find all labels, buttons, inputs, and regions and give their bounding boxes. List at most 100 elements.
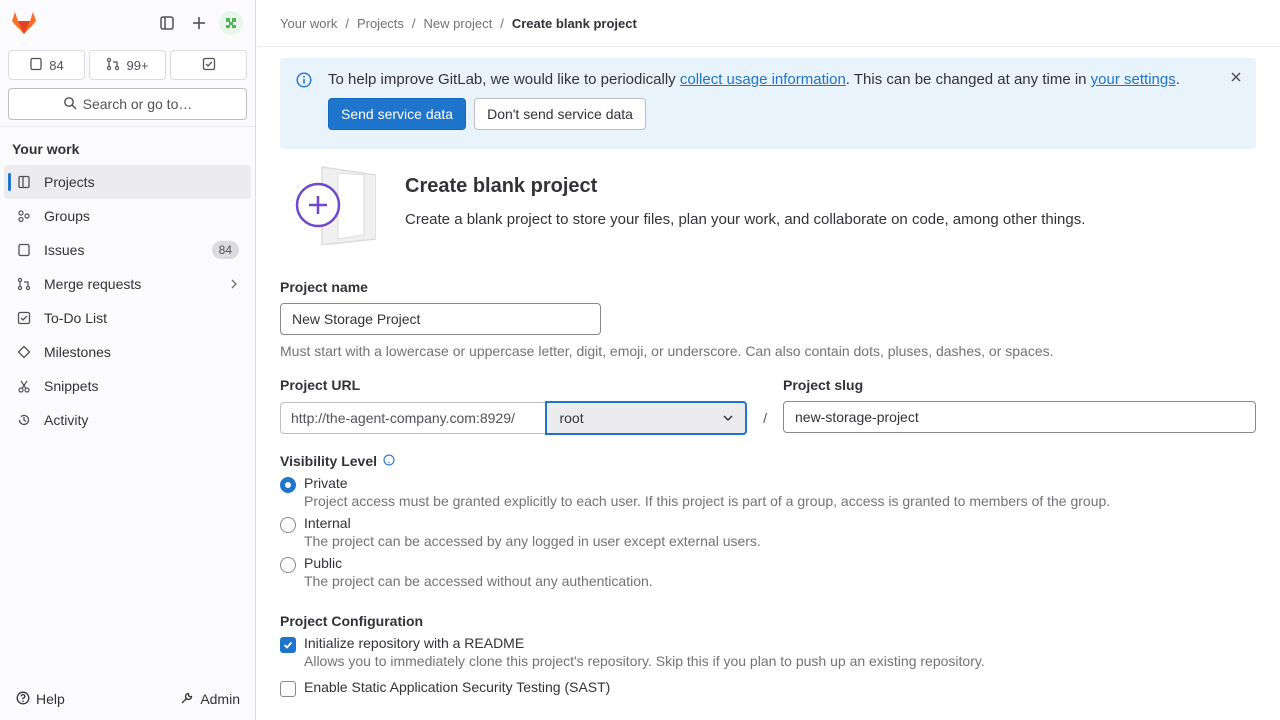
breadcrumb-projects[interactable]: Projects — [357, 16, 404, 31]
search-button[interactable]: Search or go to… — [8, 88, 247, 120]
visibility-private-option[interactable]: Private Project access must be granted e… — [280, 475, 1256, 509]
information-icon — [296, 72, 312, 91]
collect-usage-link[interactable]: collect usage information — [680, 71, 846, 88]
todo-icon — [202, 57, 216, 74]
banner-text: To help improve GitLab, we would like to… — [328, 70, 1240, 90]
chevron-right-icon — [229, 276, 239, 292]
help-button[interactable]: Help — [8, 684, 73, 714]
visibility-group: Visibility Level Private Project access … — [280, 453, 1256, 589]
sidebar-item-label: Milestones — [44, 344, 111, 360]
user-avatar[interactable] — [215, 7, 247, 39]
create-new-icon[interactable] — [183, 7, 215, 39]
project-url-column: Project URL http://the-agent-company.com… — [280, 377, 783, 435]
visibility-option-title: Public — [304, 555, 343, 571]
breadcrumb: Your work / Projects / New project / Cre… — [257, 0, 1280, 47]
readme-title: Initialize repository with a README — [304, 635, 525, 651]
readme-checkbox[interactable] — [280, 637, 296, 653]
issues-icon — [16, 242, 32, 258]
visibility-option-desc: The project can be accessed by any logge… — [304, 533, 761, 549]
sidebar-item-label: Groups — [44, 208, 90, 224]
visibility-public-option[interactable]: Public The project can be accessed witho… — [280, 555, 1256, 589]
help-label: Help — [36, 691, 65, 707]
merge-requests-count: 99+ — [126, 57, 149, 73]
project-url-label: Project URL — [280, 377, 361, 393]
sidebar-item-label: Activity — [44, 412, 89, 428]
search-label: Search or go to… — [82, 96, 193, 112]
visibility-internal-text: Internal The project can be accessed by … — [304, 515, 761, 549]
project-slug-input[interactable]: new-storage-project — [783, 401, 1256, 433]
admin-button[interactable]: Admin — [172, 684, 248, 714]
project-configuration-group: Project Configuration Initialize reposit… — [280, 613, 1256, 697]
search-icon — [63, 96, 77, 113]
sidebar-item-activity[interactable]: Activity — [4, 403, 251, 437]
sast-option[interactable]: Enable Static Application Security Testi… — [280, 679, 1256, 697]
sidebar-item-merge-requests[interactable]: Merge requests — [4, 267, 251, 301]
breadcrumb-your-work[interactable]: Your work — [280, 16, 337, 31]
banner-text-before: To help improve GitLab, we would like to… — [328, 71, 676, 88]
todos-count-button[interactable] — [170, 50, 247, 80]
breadcrumb-new-project[interactable]: New project — [424, 16, 493, 31]
project-name-label: Project name — [280, 279, 368, 295]
breadcrumb-separator: / — [411, 15, 416, 31]
group-icon — [16, 208, 32, 224]
admin-label: Admin — [200, 691, 240, 707]
question-circle-icon[interactable] — [383, 453, 395, 469]
banner-text-middle: . This can be changed at any time in — [845, 71, 1087, 88]
project-name-input[interactable]: New Storage Project — [280, 303, 601, 335]
visibility-internal-option[interactable]: Internal The project can be accessed by … — [280, 515, 1256, 549]
breadcrumb-current[interactable]: Create blank project — [512, 16, 637, 31]
snippet-icon — [16, 378, 32, 394]
sast-text: Enable Static Application Security Testi… — [304, 679, 610, 695]
send-service-data-button[interactable]: Send service data — [328, 98, 467, 130]
issues-icon — [29, 57, 43, 74]
breadcrumb-separator: / — [500, 15, 504, 31]
project-name-help: Must start with a lowercase or uppercase… — [280, 343, 1054, 359]
banner-text-after: . — [1175, 71, 1180, 88]
project-url-prefix: http://the-agent-company.com:8929/ — [280, 402, 546, 434]
sidebar: 84 99+ Search or go to… Your work Projec… — [0, 0, 256, 720]
namespace-select[interactable]: root — [545, 401, 748, 435]
your-work-section-title: Your work — [0, 126, 255, 165]
issues-count-button[interactable]: 84 — [8, 50, 85, 80]
sidebar-counts: 84 99+ — [0, 46, 255, 82]
visibility-label-row: Visibility Level — [280, 453, 1256, 469]
visibility-public-radio[interactable] — [280, 557, 296, 573]
gitlab-logo-icon[interactable] — [8, 7, 40, 39]
namespace-value: root — [559, 410, 584, 426]
collapse-sidebar-icon[interactable] — [151, 7, 183, 39]
todo-icon — [16, 310, 32, 326]
visibility-private-radio[interactable] — [280, 477, 296, 493]
visibility-label: Visibility Level — [280, 453, 378, 469]
sidebar-item-projects[interactable]: Projects — [4, 165, 251, 199]
project-slug-column: Project slug new-storage-project — [783, 377, 1256, 435]
sidebar-item-todo-list[interactable]: To-Do List — [4, 301, 251, 335]
sidebar-top — [0, 0, 255, 46]
sast-title: Enable Static Application Security Testi… — [304, 679, 611, 695]
banner-actions: Send service data Don't send service dat… — [328, 98, 1240, 130]
sidebar-item-groups[interactable]: Groups — [4, 199, 251, 233]
issues-count: 84 — [49, 57, 64, 73]
history-icon — [16, 412, 32, 428]
sidebar-item-snippets[interactable]: Snippets — [4, 369, 251, 403]
close-icon[interactable] — [1230, 70, 1242, 88]
dont-send-service-data-button[interactable]: Don't send service data — [474, 98, 646, 130]
page-description: Create a blank project to store your fil… — [405, 211, 1086, 228]
sidebar-item-label: Snippets — [44, 378, 99, 394]
url-slash: / — [763, 410, 767, 426]
project-configuration-label: Project Configuration — [280, 613, 424, 629]
sidebar-item-milestones[interactable]: Milestones — [4, 335, 251, 369]
issues-count-badge: 84 — [211, 241, 239, 259]
question-circle-icon — [16, 691, 30, 708]
merge-requests-count-button[interactable]: 99+ — [89, 50, 166, 80]
readme-option[interactable]: Initialize repository with a README Allo… — [280, 635, 1256, 669]
sidebar-item-issues[interactable]: Issues 84 — [4, 233, 251, 267]
service-ping-banner: To help improve GitLab, we would like to… — [280, 58, 1256, 149]
visibility-public-text: Public The project can be accessed witho… — [304, 555, 653, 589]
project-url-group: Project URL http://the-agent-company.com… — [280, 377, 1256, 435]
sast-checkbox[interactable] — [280, 681, 296, 697]
sidebar-item-label: To-Do List — [44, 310, 108, 326]
readme-desc: Allows you to immediately clone this pro… — [304, 653, 985, 669]
visibility-internal-radio[interactable] — [280, 517, 296, 533]
page-title: Create blank project — [405, 175, 598, 197]
your-settings-link[interactable]: your settings — [1091, 71, 1176, 88]
